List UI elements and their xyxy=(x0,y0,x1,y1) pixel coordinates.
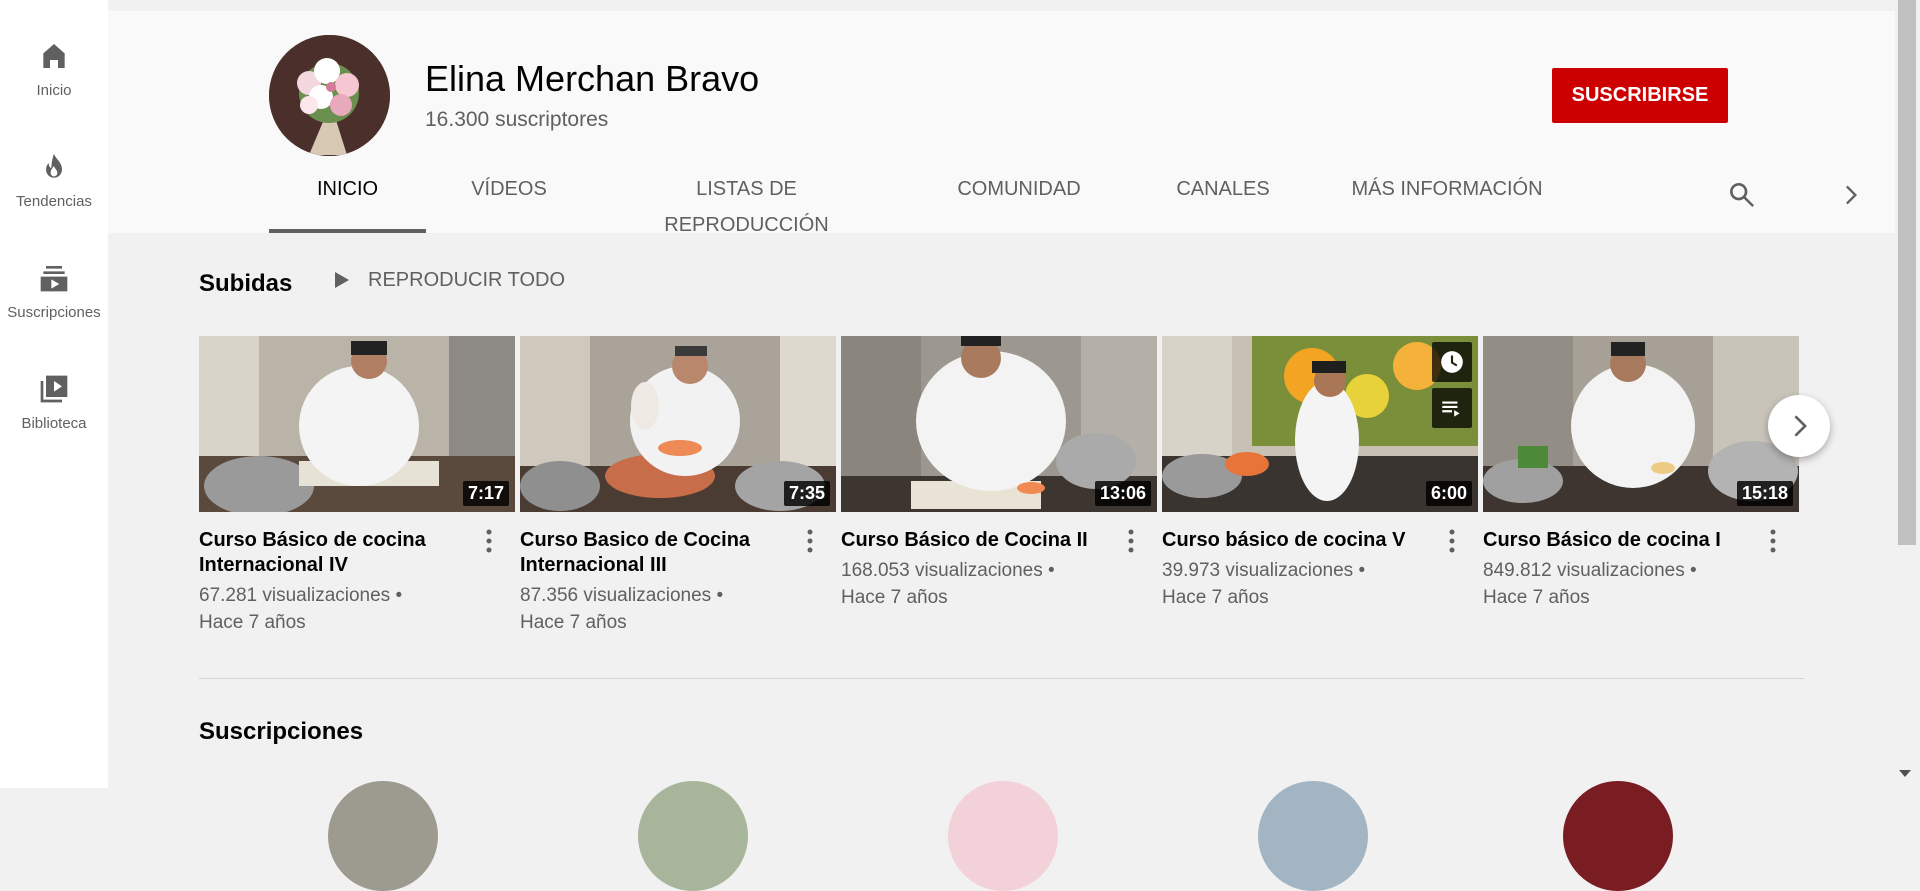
subscription-avatar[interactable] xyxy=(328,781,438,891)
sidebar-item-biblioteca[interactable]: Biblioteca xyxy=(0,333,108,433)
video-title[interactable]: Curso Básico de cocina Internacional IV xyxy=(199,528,479,578)
video-thumbnail[interactable]: 13:06 xyxy=(841,336,1157,512)
video-card[interactable]: 7:17 Curso Básico de cocina Internaciona… xyxy=(199,336,515,636)
video-title[interactable]: Curso básico de cocina V xyxy=(1162,528,1442,553)
video-menu-button[interactable] xyxy=(1440,526,1464,556)
video-age: Hace 7 años xyxy=(1483,587,1590,608)
play-icon xyxy=(335,272,349,288)
video-duration: 6:00 xyxy=(1425,481,1472,506)
tab-videos[interactable]: VÍDEOS xyxy=(464,171,554,233)
more-vert-icon xyxy=(486,529,492,553)
search-icon[interactable] xyxy=(1726,179,1758,211)
chevron-right-icon xyxy=(1794,415,1807,437)
video-views: 87.356 visualizaciones • xyxy=(520,585,724,606)
subscription-avatar[interactable] xyxy=(1258,781,1368,891)
channel-header: Elina Merchan Bravo 16.300 suscriptores … xyxy=(108,11,1895,236)
more-vert-icon xyxy=(1449,529,1455,553)
video-menu-button[interactable] xyxy=(477,526,501,556)
video-card[interactable]: 6:00 Curso básico de cocina V 39.973 vis… xyxy=(1162,336,1478,611)
flame-icon xyxy=(46,153,62,178)
sidebar-item-label: Biblioteca xyxy=(21,415,87,432)
sidebar-item-suscripciones[interactable]: Suscripciones xyxy=(0,222,108,322)
video-views: 849.812 visualizaciones • xyxy=(1483,560,1697,581)
sidebar-item-label: Suscripciones xyxy=(7,304,101,321)
video-duration: 7:35 xyxy=(783,481,830,506)
tab-inicio[interactable]: INICIO xyxy=(269,171,426,233)
uploads-title[interactable]: Subidas xyxy=(199,270,292,298)
chevron-right-icon[interactable] xyxy=(1836,181,1864,209)
video-views: 168.053 visualizaciones • xyxy=(841,560,1055,581)
video-menu-button[interactable] xyxy=(1119,526,1143,556)
subscriber-count: 16.300 suscriptores xyxy=(425,108,609,131)
subscriptions-title[interactable]: Suscripciones xyxy=(199,718,363,746)
channel-home-content: Subidas REPRODUCIR TODO 7:17 Curso Básic… xyxy=(108,233,1895,891)
channel-name: Elina Merchan Bravo xyxy=(425,58,760,99)
subscriptions-icon xyxy=(40,266,68,292)
video-duration: 15:18 xyxy=(1736,481,1793,506)
channel-avatar[interactable] xyxy=(269,35,390,156)
video-duration: 7:17 xyxy=(462,481,509,506)
sidebar-item-inicio[interactable]: Inicio xyxy=(0,0,108,100)
video-duration: 13:06 xyxy=(1094,481,1151,506)
tab-playlists[interactable]: LISTAS DE REPRODUCCIÓN xyxy=(614,171,879,236)
video-thumbnail[interactable]: 7:35 xyxy=(520,336,836,512)
watch-later-button[interactable] xyxy=(1432,342,1472,382)
home-icon xyxy=(43,44,65,68)
video-menu-button[interactable] xyxy=(1761,526,1785,556)
add-to-queue-button[interactable] xyxy=(1432,388,1472,428)
video-views: 39.973 visualizaciones • xyxy=(1162,560,1366,581)
play-all-button[interactable]: REPRODUCIR TODO xyxy=(329,268,565,292)
queue-icon xyxy=(1442,401,1460,417)
video-age: Hace 7 años xyxy=(199,612,306,633)
sidebar-item-label: Inicio xyxy=(36,82,72,99)
play-all-label: REPRODUCIR TODO xyxy=(368,268,566,291)
subscription-avatar[interactable] xyxy=(638,781,748,891)
video-thumbnail[interactable]: 15:18 xyxy=(1483,336,1799,512)
video-views: 67.281 visualizaciones • xyxy=(199,585,403,606)
video-thumbnail[interactable]: 7:17 xyxy=(199,336,515,512)
tab-channels[interactable]: CANALES xyxy=(1158,171,1288,233)
tab-community[interactable]: COMUNIDAD xyxy=(939,171,1099,233)
more-vert-icon xyxy=(1128,529,1134,553)
video-card[interactable]: 7:35 Curso Basico de Cocina Internaciona… xyxy=(520,336,836,636)
shelf-next-button[interactable] xyxy=(1768,395,1830,457)
subscription-avatar[interactable] xyxy=(948,781,1058,891)
clock-icon xyxy=(1441,351,1463,373)
subscribe-button[interactable]: SUSCRIBIRSE xyxy=(1552,68,1728,123)
video-card[interactable]: 13:06 Curso Básico de Cocina II 168.053 … xyxy=(841,336,1157,611)
bouquet-image xyxy=(269,35,390,156)
more-vert-icon xyxy=(807,529,813,553)
more-vert-icon xyxy=(1770,529,1776,553)
video-thumbnail[interactable]: 6:00 xyxy=(1162,336,1478,512)
sidebar-item-tendencias[interactable]: Tendencias xyxy=(0,111,108,211)
section-divider xyxy=(199,678,1804,679)
video-age: Hace 7 años xyxy=(1162,587,1269,608)
scrollbar-thumb[interactable] xyxy=(1898,0,1916,545)
sidebar-item-label: Tendencias xyxy=(16,193,92,210)
video-title[interactable]: Curso Básico de Cocina II xyxy=(841,528,1121,553)
subscription-avatar[interactable] xyxy=(1563,781,1673,891)
video-card[interactable]: 15:18 Curso Básico de cocina I 849.812 v… xyxy=(1483,336,1799,611)
video-title[interactable]: Curso Básico de cocina I xyxy=(1483,528,1763,553)
sidebar: Inicio Tendencias Suscripciones Bibliote… xyxy=(0,0,108,788)
video-menu-button[interactable] xyxy=(798,526,822,556)
video-age: Hace 7 años xyxy=(841,587,948,608)
tab-about[interactable]: MÁS INFORMACIÓN xyxy=(1347,171,1547,233)
scroll-down-arrow[interactable] xyxy=(1899,770,1911,777)
library-icon xyxy=(40,375,68,403)
video-title[interactable]: Curso Basico de Cocina Internacional III xyxy=(520,528,800,578)
video-age: Hace 7 años xyxy=(520,612,627,633)
